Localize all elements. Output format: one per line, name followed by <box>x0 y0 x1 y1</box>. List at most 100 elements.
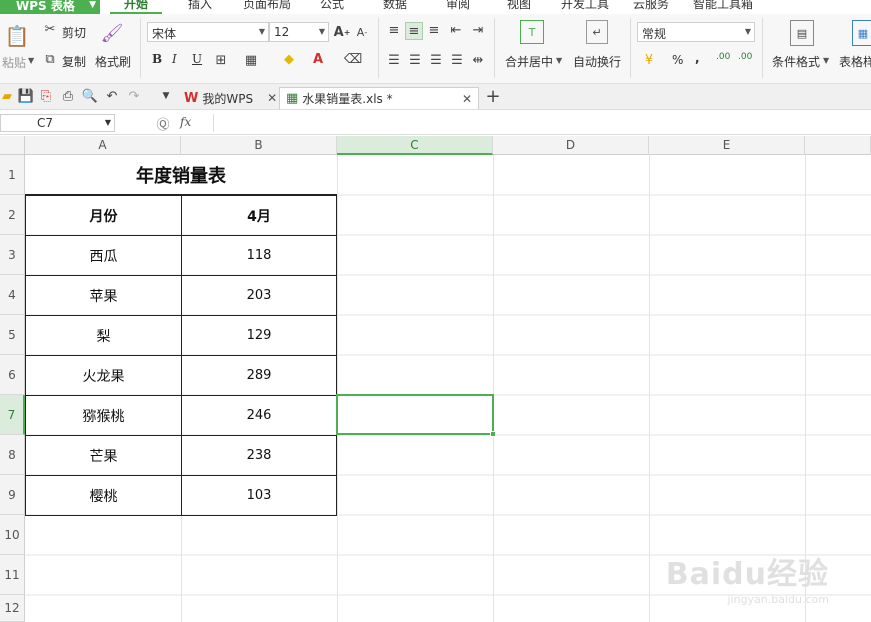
align-right-icon[interactable]: ☰ <box>428 52 444 68</box>
tab-review[interactable]: 审阅 <box>446 0 470 12</box>
comma-button[interactable]: , <box>695 51 700 65</box>
doc-tab-my-wps[interactable]: W 我的WPS ✕ <box>178 87 283 109</box>
divider <box>630 18 631 78</box>
close-icon[interactable]: ✕ <box>462 92 472 106</box>
table-cell-value[interactable]: 203 <box>181 275 337 316</box>
increase-indent-icon[interactable]: ⇥ <box>470 22 486 38</box>
tab-page-layout[interactable]: 页面布局 <box>243 0 291 12</box>
number-format-select[interactable]: 常规 ▼ <box>637 22 755 42</box>
watermark-sub: jingyan.baidu.com <box>727 593 829 606</box>
distribute-icon[interactable]: ⇹ <box>470 52 486 68</box>
tab-insert[interactable]: 插入 <box>188 0 212 12</box>
name-box[interactable]: C7 ▼ <box>0 114 115 132</box>
tab-formulas[interactable]: 公式 <box>320 0 344 12</box>
table-cell-fruit[interactable]: 苹果 <box>25 275 182 316</box>
chevron-down-icon: ▼ <box>744 27 751 36</box>
doc-tab-label: 我的WPS <box>202 91 254 106</box>
decrease-font-icon[interactable]: A- <box>354 24 370 40</box>
table-cell-fruit[interactable]: 樱桃 <box>25 475 182 516</box>
customize-caret-icon[interactable]: ▼ <box>158 88 174 104</box>
print-preview-icon[interactable]: 🔍 <box>82 88 98 104</box>
close-icon[interactable]: ✕ <box>267 91 277 105</box>
conditional-format-button[interactable]: 条件格式 <box>772 53 820 70</box>
align-left-icon[interactable]: ☰ <box>386 52 402 68</box>
open-folder-icon[interactable]: ▰ <box>0 88 14 104</box>
fx-icon[interactable]: fx <box>180 115 191 129</box>
header-cell-april[interactable]: 4月 <box>181 195 337 236</box>
copy-icon[interactable]: ⧉ <box>42 51 58 67</box>
copy-button[interactable]: 复制 <box>62 53 86 70</box>
app-menu-button[interactable]: WPS 表格 ▼ <box>0 0 100 14</box>
tab-developer[interactable]: 开发工具 <box>561 0 609 12</box>
percent-button[interactable]: % <box>672 53 683 67</box>
selected-cell-c7[interactable] <box>336 394 496 437</box>
tab-data[interactable]: 数据 <box>383 0 407 12</box>
font-color-icon[interactable]: A <box>309 50 327 68</box>
conditional-format-icon[interactable]: ▤ <box>790 20 814 46</box>
italic-button[interactable]: I <box>172 52 177 66</box>
format-painter-icon[interactable]: 🖌 <box>100 20 124 46</box>
align-middle-icon[interactable]: ≡ <box>405 22 423 40</box>
table-cell-value[interactable]: 118 <box>181 235 337 276</box>
currency-icon[interactable]: ¥ <box>640 51 658 69</box>
paste-label[interactable]: 粘贴 <box>2 54 26 71</box>
print-icon[interactable]: ⎙ <box>60 88 76 104</box>
justify-icon[interactable]: ☰ <box>449 52 465 68</box>
new-tab-plus-icon[interactable]: + <box>484 86 502 107</box>
merge-center-button[interactable]: 合并居中 <box>505 53 553 70</box>
table-cell-fruit[interactable]: 猕猴桃 <box>25 395 182 436</box>
fill-color-icon[interactable]: ◆ <box>280 50 298 68</box>
increase-font-icon[interactable]: A + <box>334 24 351 40</box>
chevron-down-icon[interactable]: ▼ <box>823 56 829 65</box>
scissors-icon[interactable]: ✂ <box>42 21 58 37</box>
underline-button[interactable]: U <box>192 52 202 66</box>
wrap-text-icon[interactable]: ↵ <box>586 20 608 44</box>
table-style-button[interactable]: 表格样 <box>839 53 871 70</box>
clear-format-icon[interactable]: ⌫ <box>344 50 362 68</box>
table-cell-value[interactable]: 246 <box>181 395 337 436</box>
align-bottom-icon[interactable]: ≡ <box>426 22 442 38</box>
font-size-select[interactable]: 12 ▼ <box>269 22 329 42</box>
increase-decimal-button[interactable]: .00 <box>716 52 730 62</box>
table-cell-fruit[interactable]: 梨 <box>25 315 182 356</box>
doc-tab-fruit-sales[interactable]: ▦ 水果销量表.xls * ✕ <box>279 87 479 109</box>
table-cell-value[interactable]: 129 <box>181 315 337 356</box>
wrap-text-button[interactable]: 自动换行 <box>573 53 621 70</box>
fill-handle[interactable] <box>490 431 496 437</box>
divider <box>378 18 379 78</box>
border-icon[interactable]: ⊞ <box>213 52 229 68</box>
merge-center-icon[interactable]: T <box>520 20 544 44</box>
paste-icon[interactable]: 📋 <box>5 22 30 50</box>
cut-button[interactable]: 剪切 <box>62 24 86 41</box>
align-center-icon[interactable]: ☰ <box>407 52 423 68</box>
tab-home[interactable]: 开始 <box>110 0 163 14</box>
bold-button[interactable]: B <box>152 52 162 66</box>
table-cell-fruit[interactable]: 西瓜 <box>25 235 182 276</box>
sheet-title-cell[interactable]: 年度销量表 <box>25 155 337 195</box>
undo-icon[interactable]: ↶ <box>104 88 120 104</box>
header-cell-month[interactable]: 月份 <box>25 195 182 236</box>
app-name: WPS 表格 <box>16 0 75 13</box>
font-name-select[interactable]: 宋体 ▼ <box>147 22 269 42</box>
export-pdf-icon[interactable]: ⎘ <box>38 88 54 104</box>
chevron-down-icon[interactable]: ▼ <box>556 56 562 65</box>
table-cell-value[interactable]: 103 <box>181 475 337 516</box>
table-cell-value[interactable]: 289 <box>181 355 337 396</box>
table-style-icon[interactable]: ▦ <box>852 20 871 46</box>
decrease-decimal-button[interactable]: .00 <box>738 52 752 62</box>
decrease-indent-icon[interactable]: ⇤ <box>448 22 464 38</box>
redo-icon[interactable]: ↷ <box>126 88 142 104</box>
table-cell-fruit[interactable]: 芒果 <box>25 435 182 476</box>
align-top-icon[interactable]: ≡ <box>386 22 402 38</box>
chevron-down-icon[interactable]: ▼ <box>28 56 34 65</box>
table-cell-fruit[interactable]: 火龙果 <box>25 355 182 396</box>
zoom-formula-icon[interactable]: Ⓠ <box>154 114 172 133</box>
format-painter-button[interactable]: 格式刷 <box>95 53 131 70</box>
tab-view[interactable]: 视图 <box>507 0 531 12</box>
table-cell-value[interactable]: 238 <box>181 435 337 476</box>
tab-cloud[interactable]: 云服务 <box>633 0 669 12</box>
fill-pattern-icon[interactable]: ▦ <box>243 52 259 68</box>
save-icon[interactable]: 💾 <box>18 88 34 104</box>
tab-smart-tools[interactable]: 智能工具箱 <box>693 0 753 12</box>
formula-input[interactable] <box>213 114 871 132</box>
